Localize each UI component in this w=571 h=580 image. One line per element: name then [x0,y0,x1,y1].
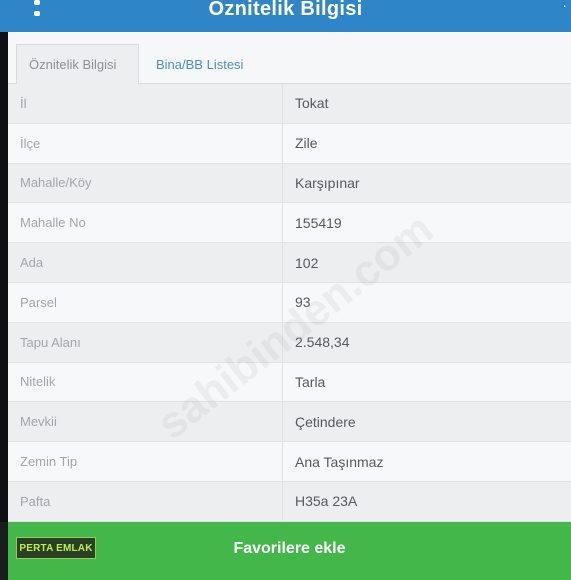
row-value: 93 [295,294,311,311]
row-value: 2.548,34 [295,334,350,351]
table-row: Mahalle/Köy Karşıpınar [8,163,571,204]
add-to-favorites-button[interactable]: PERTA EMLAK Favorilere ekle [8,522,571,580]
row-label: Parsel [8,282,283,322]
add-to-favorites-label: Favorilere ekle [233,540,346,557]
row-label: Mahalle No [8,203,283,243]
row-value: Ana Taşınmaz [295,453,384,470]
row-value: 155419 [295,214,342,231]
row-label: Mevkii [8,402,283,442]
footer-edge [0,522,8,580]
tab-label: Öznitelik Bilgisi [29,57,117,72]
tab-attribute-info[interactable]: Öznitelik Bilgisi [16,44,139,84]
menu-icon[interactable] [28,0,46,16]
table-row: Nitelik Tarla [8,362,571,403]
tab-building-list[interactable]: Bina/BB Listesi [144,44,255,84]
table-row: İlçe Zile [8,123,571,164]
attribute-table: İl Tokat İlçe Zile Mahalle/Köy Karşıpına… [8,84,571,522]
row-value: 102 [295,254,319,271]
row-label: Pafta [8,481,283,521]
attribute-panel: Öznitelik Bilgisi Bina/BB Listesi İl Tok… [8,32,571,522]
table-row: Tapu Alanı 2.548,34 [8,322,571,363]
header-bar: Öznitelik Bilgisi · [0,0,571,32]
row-value: Zile [295,135,318,152]
close-icon[interactable]: · [562,0,567,12]
row-label: Nitelik [8,362,283,402]
row-label: İlçe [8,123,283,163]
tab-bar: Öznitelik Bilgisi Bina/BB Listesi [8,32,571,84]
row-value: Karşıpınar [295,174,360,191]
row-label: Mahalle/Köy [8,163,283,203]
table-row: İl Tokat [8,84,571,124]
row-value: Çetindere [295,413,356,430]
table-row: Zemin Tip Ana Taşınmaz [8,442,571,482]
row-label: Tapu Alanı [8,322,283,362]
stamp-text: PERTA EMLAK [19,542,93,554]
row-label: Zemin Tip [8,442,283,481]
row-value: Tarla [295,373,326,390]
table-row: Mahalle No 155419 [8,203,571,244]
agency-stamp: PERTA EMLAK [16,537,96,559]
row-label: Ada [8,243,283,282]
page-title: Öznitelik Bilgisi [208,0,363,20]
row-label: İl [8,84,283,123]
tab-label: Bina/BB Listesi [156,56,244,72]
table-row: Parsel 93 [8,282,571,323]
row-value: Tokat [295,95,329,112]
table-row: Mevkii Çetindere [8,402,571,443]
table-row: Ada 102 [8,243,571,283]
row-value: H35a 23A [295,493,358,510]
table-row: Pafta H35a 23A [8,481,571,522]
